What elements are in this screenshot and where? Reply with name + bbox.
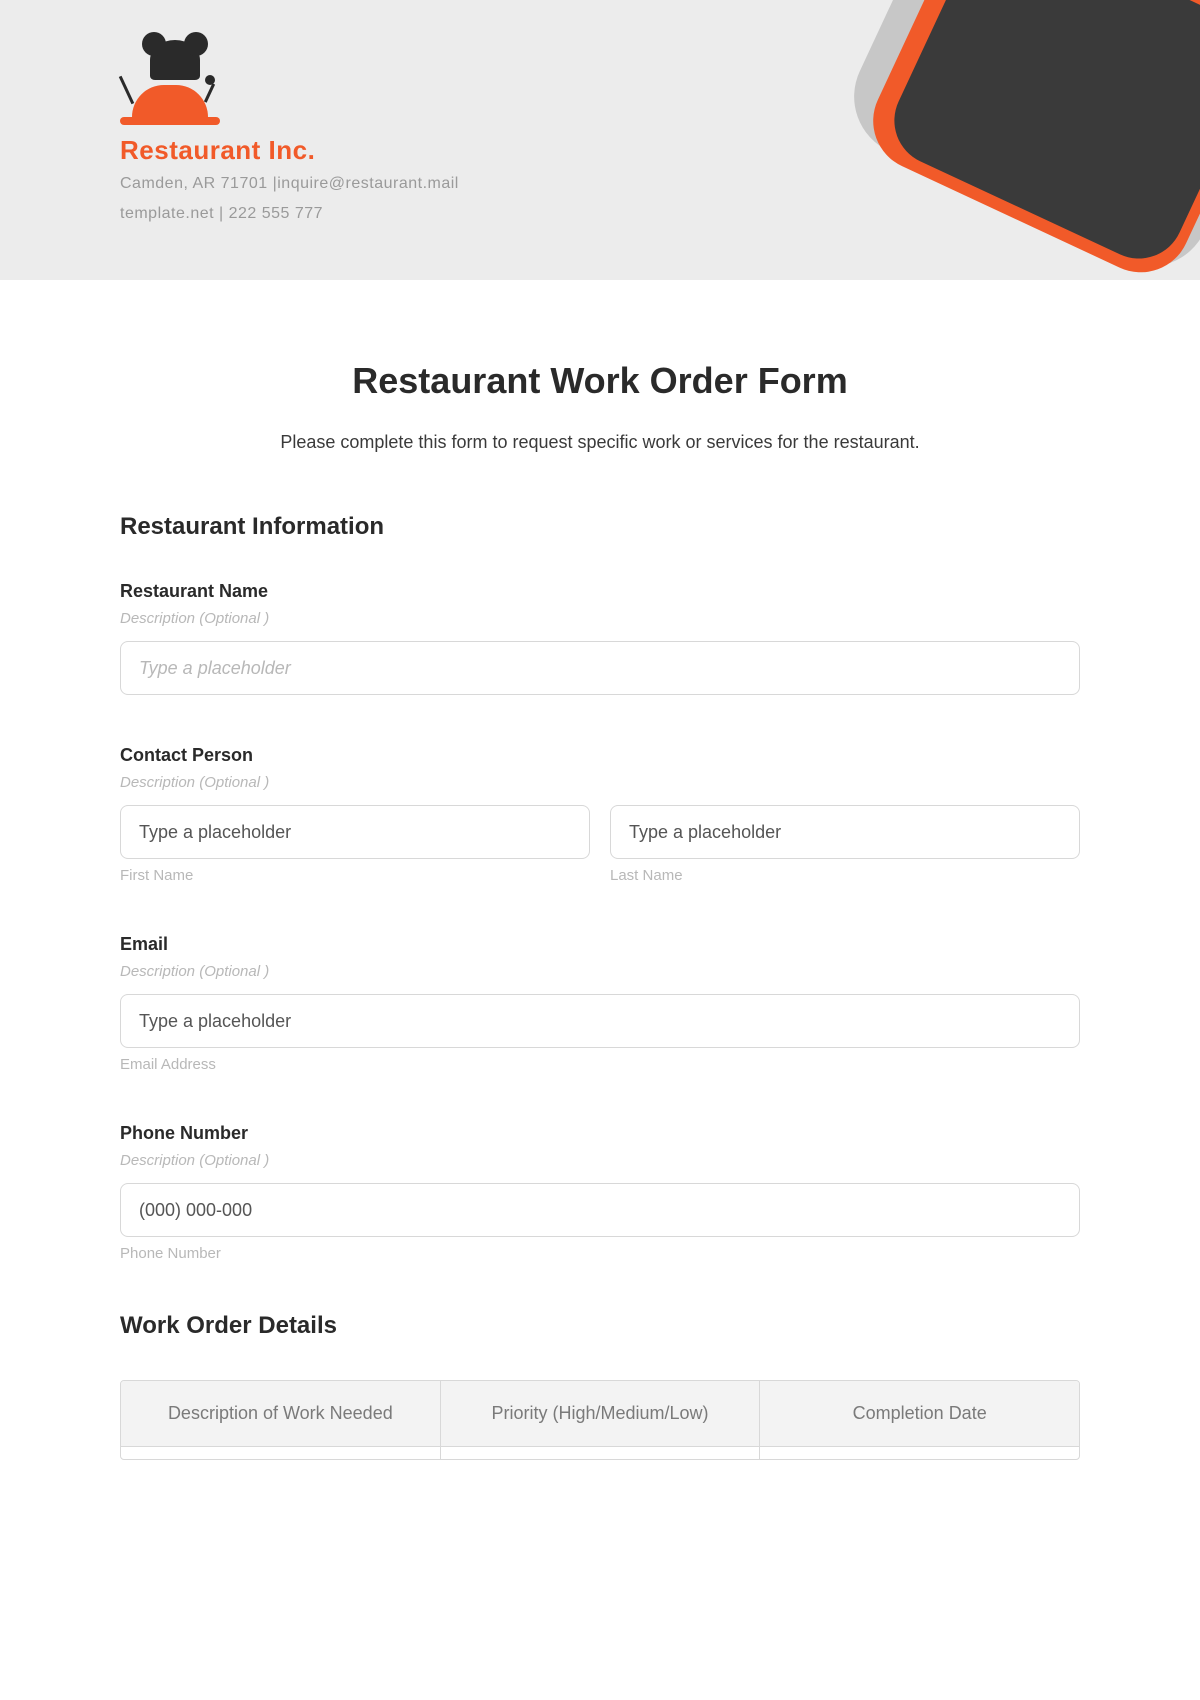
section-restaurant-info-heading: Restaurant Information	[120, 513, 1080, 541]
field-email: Email Description (Optional ) Email Addr…	[120, 934, 1080, 1073]
work-order-table: Description of Work Needed Priority (Hig…	[120, 1380, 1080, 1460]
decor-shape-dark	[880, 0, 1200, 273]
form-intro: Please complete this form to request spe…	[120, 432, 1080, 453]
field-phone: Phone Number Description (Optional ) Pho…	[120, 1123, 1080, 1262]
col-completion-date: Completion Date	[760, 1381, 1079, 1446]
email-desc: Description (Optional )	[120, 963, 1080, 980]
email-input[interactable]	[120, 994, 1080, 1048]
last-name-input[interactable]	[610, 805, 1080, 859]
phone-label: Phone Number	[120, 1123, 1080, 1144]
restaurant-logo-icon	[120, 40, 220, 125]
phone-input[interactable]	[120, 1183, 1080, 1237]
form-content: Restaurant Work Order Form Please comple…	[0, 280, 1200, 1500]
first-name-sublabel: First Name	[120, 867, 590, 884]
restaurant-name-input[interactable]	[120, 641, 1080, 695]
col-priority: Priority (High/Medium/Low)	[441, 1381, 761, 1446]
table-cell[interactable]	[760, 1447, 1079, 1459]
table-cell[interactable]	[121, 1447, 441, 1459]
brand-name: Restaurant Inc.	[120, 135, 459, 166]
contact-person-desc: Description (Optional )	[120, 774, 1080, 791]
table-row	[121, 1446, 1079, 1459]
field-restaurant-name: Restaurant Name Description (Optional )	[120, 581, 1080, 695]
last-name-sublabel: Last Name	[610, 867, 1080, 884]
section-work-order-heading: Work Order Details	[120, 1312, 1080, 1340]
email-label: Email	[120, 934, 1080, 955]
restaurant-name-desc: Description (Optional )	[120, 610, 1080, 627]
phone-sublabel: Phone Number	[120, 1245, 1080, 1262]
email-sublabel: Email Address	[120, 1056, 1080, 1073]
header-banner: Restaurant Inc. Camden, AR 71701 |inquir…	[0, 0, 1200, 280]
contact-person-label: Contact Person	[120, 745, 1080, 766]
table-header-row: Description of Work Needed Priority (Hig…	[121, 1381, 1079, 1446]
table-cell[interactable]	[441, 1447, 761, 1459]
first-name-input[interactable]	[120, 805, 590, 859]
field-contact-person: Contact Person Description (Optional ) F…	[120, 745, 1080, 884]
brand-block: Restaurant Inc. Camden, AR 71701 |inquir…	[120, 40, 459, 226]
brand-address: Camden, AR 71701 |inquire@restaurant.mai…	[120, 172, 459, 196]
restaurant-name-label: Restaurant Name	[120, 581, 1080, 602]
form-title: Restaurant Work Order Form	[120, 360, 1080, 402]
col-description: Description of Work Needed	[121, 1381, 441, 1446]
phone-desc: Description (Optional )	[120, 1152, 1080, 1169]
brand-contact: template.net | 222 555 777	[120, 202, 459, 226]
